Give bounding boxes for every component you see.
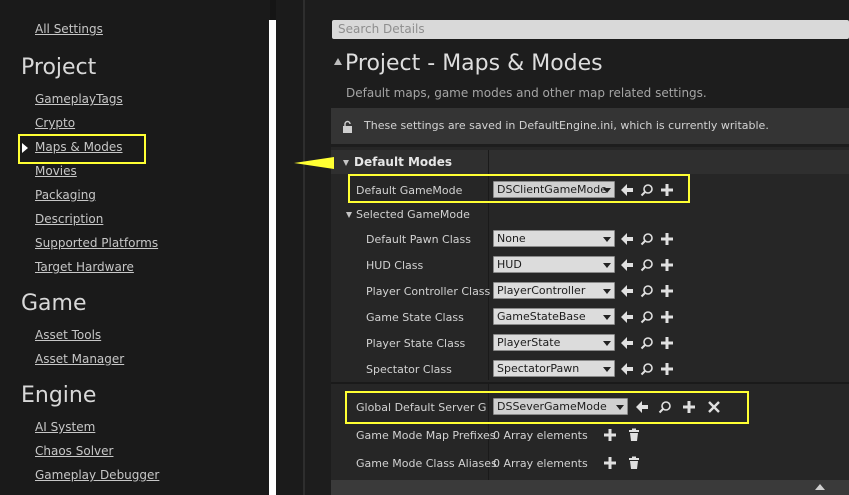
highlight-maps-modes [18, 134, 146, 164]
search-icon[interactable] [640, 336, 654, 350]
player-state-class-value: PlayerState [497, 336, 561, 349]
game-state-class-value: GameStateBase [497, 310, 586, 323]
trash-icon[interactable] [627, 428, 641, 442]
search-icon[interactable] [640, 284, 654, 298]
sidebar-item-movies[interactable]: Movies [35, 164, 77, 178]
class-aliases-count: 0 Array elements [493, 457, 588, 470]
caret-down-icon [603, 315, 611, 320]
page-title: Project - Maps & Modes [345, 51, 603, 76]
category-game: Game [21, 291, 87, 316]
arrow-left-icon[interactable] [620, 336, 634, 350]
caret-down-icon [603, 367, 611, 372]
sidebar-item-asset-manager[interactable]: Asset Manager [35, 352, 124, 366]
search-icon[interactable] [640, 310, 654, 324]
map-prefixes-count: 0 Array elements [493, 429, 588, 442]
hud-class-label: HUD Class [366, 259, 424, 272]
arrow-left-icon[interactable] [620, 258, 634, 272]
plus-icon[interactable] [603, 456, 617, 470]
map-prefixes-label: Game Mode Map Prefixes [356, 429, 496, 442]
default-modes-header: Default Modes [354, 155, 453, 169]
game-state-class-label: Game State Class [366, 311, 464, 324]
default-pawn-class-value: None [497, 232, 526, 245]
caret-down-icon [603, 237, 611, 242]
highlight-default-gamemode [348, 174, 690, 203]
panel-footer [331, 480, 849, 495]
sidebar-scrollbar[interactable] [269, 20, 276, 495]
player-controller-class-dropdown[interactable]: PlayerController [493, 282, 615, 299]
category-project: Project [21, 55, 97, 80]
plus-icon[interactable] [660, 232, 674, 246]
expand-arrow-icon[interactable] [343, 160, 349, 166]
search-icon[interactable] [640, 362, 654, 376]
player-state-class-label: Player State Class [366, 337, 466, 350]
splitter-gap [276, 0, 303, 495]
search-details-input[interactable]: Search Details [332, 20, 849, 39]
sidebar-item-crypto[interactable]: Crypto [35, 116, 75, 130]
sidebar-item-gameplaytags[interactable]: GameplayTags [35, 92, 123, 106]
writable-notice: These settings are saved in DefaultEngin… [331, 108, 849, 144]
plus-icon[interactable] [660, 336, 674, 350]
hud-class-dropdown[interactable]: HUD [493, 256, 615, 273]
arrow-left-icon[interactable] [620, 310, 634, 324]
settings-sidebar: All Settings Project GameplayTags Crypto… [0, 0, 276, 495]
spectator-class-value: SpectatorPawn [497, 362, 580, 375]
scroll-up-icon[interactable] [815, 484, 825, 490]
category-engine: Engine [21, 383, 97, 408]
plus-icon[interactable] [603, 428, 617, 442]
sidebar-item-cut-off[interactable] [35, 490, 95, 495]
search-icon[interactable] [640, 258, 654, 272]
notice-text: These settings are saved in DefaultEngin… [364, 119, 769, 132]
highlight-global-server-gamemode [345, 391, 749, 424]
plus-icon[interactable] [660, 362, 674, 376]
sidebar-item-gameplay-debugger[interactable]: Gameplay Debugger [35, 468, 159, 482]
arrow-left-icon[interactable] [620, 362, 634, 376]
spectator-class-label: Spectator Class [366, 363, 452, 376]
arrow-left-icon[interactable] [620, 232, 634, 246]
section-divider [331, 382, 849, 384]
sidebar-item-packaging[interactable]: Packaging [35, 188, 96, 202]
sidebar-item-description[interactable]: Description [35, 212, 103, 226]
player-state-class-dropdown[interactable]: PlayerState [493, 334, 615, 351]
plus-icon[interactable] [660, 310, 674, 324]
hud-class-value: HUD [497, 258, 522, 271]
caret-down-icon [603, 263, 611, 268]
lock-icon [342, 119, 353, 133]
sidebar-item-chaos-solver[interactable]: Chaos Solver [35, 444, 113, 458]
player-controller-class-value: PlayerController [497, 284, 586, 297]
spectator-class-dropdown[interactable]: SpectatorPawn [493, 360, 615, 377]
default-pawn-class-dropdown[interactable]: None [493, 230, 615, 247]
plus-icon[interactable] [660, 284, 674, 298]
sidebar-item-asset-tools[interactable]: Asset Tools [35, 328, 101, 342]
page-subtitle: Default maps, game modes and other map r… [346, 86, 707, 100]
sidebar-item-supported-platforms[interactable]: Supported Platforms [35, 236, 158, 250]
trash-icon[interactable] [627, 456, 641, 470]
collapse-arrow-icon[interactable] [334, 58, 342, 65]
search-icon[interactable] [640, 232, 654, 246]
sidebar-item-ai-system[interactable]: AI System [35, 420, 95, 434]
default-pawn-class-label: Default Pawn Class [366, 233, 471, 246]
plus-icon[interactable] [660, 258, 674, 272]
sidebar-item-target-hardware[interactable]: Target Hardware [35, 260, 134, 274]
selected-gamemode-label: Selected GameMode [356, 208, 470, 221]
class-aliases-label: Game Mode Class Aliases [356, 457, 497, 470]
player-controller-class-label: Player Controller Class [366, 285, 491, 298]
arrow-left-icon[interactable] [620, 284, 634, 298]
game-state-class-dropdown[interactable]: GameStateBase [493, 308, 615, 325]
caret-down-icon [603, 341, 611, 346]
all-settings-link[interactable]: All Settings [35, 22, 103, 36]
expand-arrow-icon[interactable] [346, 212, 352, 218]
pointer-arrow-icon [294, 154, 334, 169]
caret-down-icon [603, 289, 611, 294]
